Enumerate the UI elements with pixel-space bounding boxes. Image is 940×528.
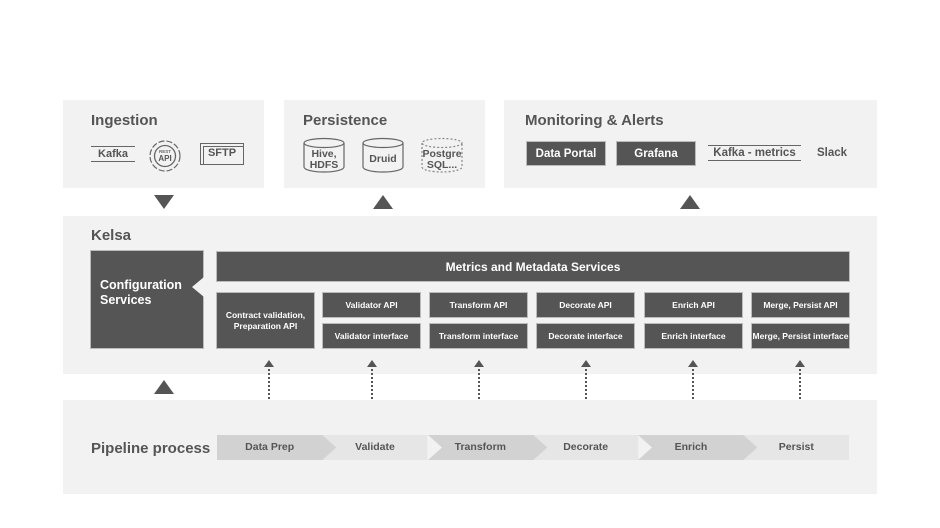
data-portal-box: Data Portal: [527, 142, 605, 165]
module-interface-box: Merge, Persist interface: [752, 324, 849, 348]
pipeline-step: Persist: [743, 435, 849, 460]
arrow-up-icon: [154, 380, 174, 394]
monitoring-title: Monitoring & Alerts: [525, 112, 664, 129]
contract-validation-box: Contract validation, Preparation API: [217, 293, 314, 348]
pipeline-step: Transform: [427, 435, 547, 460]
druid-label: Druid: [369, 153, 397, 165]
connector-arrow-icon: [474, 360, 484, 367]
pipeline-step-label: Persist: [778, 441, 814, 453]
kelsa-title: Kelsa: [91, 227, 132, 244]
module-api-box: Transform API: [430, 293, 527, 317]
pipeline-step-label: Transform: [454, 441, 506, 453]
pipeline-step: Validate: [322, 435, 441, 460]
persistence-panel: Persistence Hive, HDFS Druid Postgre SQL…: [284, 100, 485, 188]
connector-arrow-icon: [367, 360, 377, 367]
hive-hdfs-store: Hive, HDFS: [303, 137, 345, 173]
pipeline-step: Decorate: [533, 435, 652, 460]
arrow-up-icon: [680, 195, 700, 209]
module-api-box: Validator API: [323, 293, 420, 317]
persistence-title: Persistence: [303, 112, 388, 129]
module-interface-box: Transform interface: [430, 324, 527, 348]
druid-store: Druid: [362, 137, 404, 173]
pipeline-step-label: Data Prep: [245, 441, 295, 453]
hive-line2: HDFS: [309, 159, 339, 171]
arrow-up-icon: [373, 195, 393, 209]
sftp-source: SFTP: [200, 143, 244, 165]
pipeline-step: Enrich: [638, 435, 758, 460]
module-interface-box: Validator interface: [323, 324, 420, 348]
connector-arrow-icon: [264, 360, 274, 367]
connector-arrow-icon: [688, 360, 698, 367]
module-api-box: Enrich API: [645, 293, 742, 317]
ingestion-title: Ingestion: [91, 112, 158, 129]
connector-arrow-icon: [795, 360, 805, 367]
kafka-source: Kafka: [91, 146, 135, 162]
module-api-box: Merge, Persist API: [752, 293, 849, 317]
sftp-label: SFTP: [207, 147, 237, 159]
configuration-services-box: Configuration Services: [91, 251, 204, 348]
monitoring-panel: Monitoring & Alerts Data Portal Grafana …: [504, 100, 877, 188]
pipeline-title: Pipeline process: [91, 440, 211, 457]
api-label: API: [158, 154, 171, 163]
slack-item: Slack: [817, 147, 848, 159]
module-api-box: Decorate API: [537, 293, 634, 317]
postgres-line2: SQL...: [426, 159, 458, 171]
kafka-metrics-item: Kafka - metrics: [708, 145, 801, 161]
postgresql-store: Postgre SQL...: [421, 137, 463, 173]
grafana-box: Grafana: [617, 142, 695, 165]
pipeline-step-label: Decorate: [563, 441, 609, 453]
pipeline-step-label: Validate: [355, 441, 395, 453]
rest-api-icon: REST API: [147, 138, 183, 174]
module-interface-box: Decorate interface: [537, 324, 634, 348]
arrow-down-icon: [154, 195, 174, 209]
connector-arrow-icon: [581, 360, 591, 367]
pipeline-step-label: Enrich: [674, 441, 708, 453]
ingestion-panel: Ingestion Kafka REST API SFTP: [63, 100, 264, 188]
module-interface-box: Enrich interface: [645, 324, 742, 348]
configuration-services-label: Configuration Services: [100, 278, 182, 307]
metrics-metadata-services-bar: Metrics and Metadata Services: [217, 252, 849, 281]
pipeline-step: Data Prep: [217, 435, 337, 460]
